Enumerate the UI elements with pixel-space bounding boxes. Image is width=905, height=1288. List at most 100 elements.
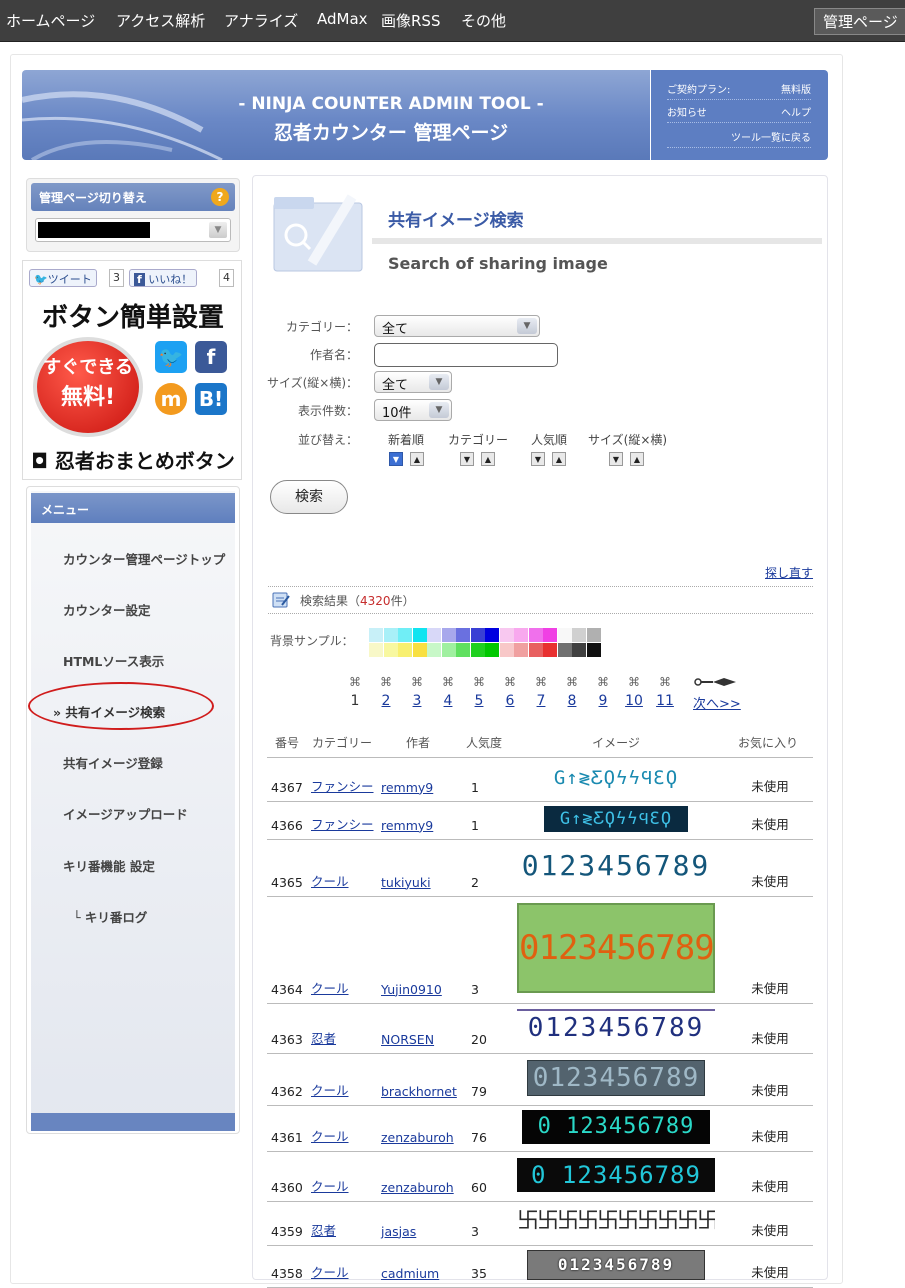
background-swatch[interactable] xyxy=(485,628,499,642)
background-swatch[interactable] xyxy=(557,643,572,657)
page-item[interactable]: ⌘ 8 xyxy=(562,675,582,709)
ninja-button-ad[interactable]: 🐦ツイート 3 f いいね！ 4 ボタン簡単設置 すぐできる 無料! 🐦 f m… xyxy=(22,260,242,480)
background-swatch[interactable] xyxy=(427,628,441,642)
back-to-tools-link[interactable]: ツール一覧に戻る xyxy=(731,129,811,144)
counter-image-preview[interactable]: 0 123456789 xyxy=(517,1157,715,1192)
author-input[interactable] xyxy=(374,343,558,367)
page-item[interactable]: ⌘ 7 xyxy=(531,675,551,709)
menu-item-html-source[interactable]: HTMLソース表示 xyxy=(31,651,235,670)
row-category-link[interactable]: クール xyxy=(311,874,349,889)
page-link[interactable]: 6 xyxy=(500,693,520,709)
sort-newest-desc-button[interactable]: ▼ xyxy=(389,452,403,466)
background-swatch[interactable] xyxy=(369,628,383,642)
row-category-link[interactable]: 忍者 xyxy=(311,1031,336,1046)
count-select[interactable]: 10件 ▼ xyxy=(374,399,452,421)
row-author-link[interactable]: cadmium xyxy=(381,1266,439,1281)
page-link[interactable]: 8 xyxy=(562,693,582,709)
background-swatch[interactable] xyxy=(485,643,499,657)
page-link[interactable]: 11 xyxy=(655,693,675,709)
page-item[interactable]: ⌘ 4 xyxy=(438,675,458,709)
page-item[interactable]: ⌘ 2 xyxy=(376,675,396,709)
page-link[interactable]: 4 xyxy=(438,693,458,709)
notice-link[interactable]: お知らせ xyxy=(667,104,707,119)
help-icon[interactable]: ? xyxy=(211,188,229,206)
size-select[interactable]: 全て ▼ xyxy=(374,371,452,393)
page-item[interactable]: ⌘ 5 xyxy=(469,675,489,709)
page-link[interactable]: 9 xyxy=(593,693,613,709)
page-link[interactable]: 3 xyxy=(407,693,427,709)
page-item[interactable]: ⌘ 6 xyxy=(500,675,520,709)
nav-access-analysis[interactable]: アクセス解析 xyxy=(116,10,205,31)
row-category-link[interactable]: クール xyxy=(311,1179,349,1194)
page-link[interactable]: 5 xyxy=(469,693,489,709)
page-item[interactable]: ⌘ 3 xyxy=(407,675,427,709)
background-swatch[interactable] xyxy=(528,643,543,657)
row-category-link[interactable]: 忍者 xyxy=(311,1223,336,1238)
menu-item-kiriban-log[interactable]: └ キリ番ログ xyxy=(31,907,235,926)
page-link[interactable]: 10 xyxy=(624,693,644,709)
admin-page-button[interactable]: 管理ページ xyxy=(814,8,905,35)
row-author-link[interactable]: zenzaburoh xyxy=(381,1180,454,1195)
row-author-link[interactable]: remmy9 xyxy=(381,818,433,833)
background-swatch[interactable] xyxy=(572,643,586,657)
background-swatch[interactable] xyxy=(528,628,543,642)
counter-image-preview[interactable]: 卐卐卐卐卐卐卐卐卐卐 xyxy=(517,1205,715,1238)
page-item[interactable]: ⌘ 10 xyxy=(624,675,644,709)
background-swatch[interactable] xyxy=(586,628,601,642)
menu-item-shared-image-register[interactable]: 共有イメージ登録 xyxy=(31,753,235,772)
background-swatch[interactable] xyxy=(543,643,557,657)
background-swatch[interactable] xyxy=(557,628,572,642)
nav-image-rss[interactable]: 画像RSS xyxy=(381,10,440,31)
counter-image-preview[interactable]: 0123456789 xyxy=(527,1059,705,1096)
background-swatch[interactable] xyxy=(456,643,470,657)
background-swatch[interactable] xyxy=(383,628,398,642)
counter-image-preview[interactable]: 0123456789 xyxy=(517,849,715,883)
counter-image-preview[interactable]: G↑≷ƸϘϟϟϤƐϘ xyxy=(544,761,688,794)
background-swatch[interactable] xyxy=(572,628,586,642)
counter-image-preview[interactable]: G↑≷ƸϘϟϟϤƐϘ xyxy=(544,805,688,832)
sort-popularity-asc-button[interactable]: ▲ xyxy=(552,452,566,466)
row-category-link[interactable]: クール xyxy=(311,981,349,996)
sort-size-desc-button[interactable]: ▼ xyxy=(609,452,623,466)
page-link[interactable]: 7 xyxy=(531,693,551,709)
background-swatch[interactable] xyxy=(383,643,398,657)
background-swatch[interactable] xyxy=(586,643,601,657)
background-swatch[interactable] xyxy=(398,643,412,657)
sort-size-asc-button[interactable]: ▲ xyxy=(630,452,644,466)
background-swatch[interactable] xyxy=(499,643,514,657)
counter-image-preview[interactable]: 0 123456789 xyxy=(522,1109,710,1144)
background-swatch[interactable] xyxy=(514,628,528,642)
row-category-link[interactable]: クール xyxy=(311,1265,349,1280)
admin-page-select[interactable]: ▼ xyxy=(35,218,231,242)
counter-image-preview[interactable]: 0123456789 xyxy=(527,1249,705,1280)
background-swatch[interactable] xyxy=(470,643,485,657)
background-swatch[interactable] xyxy=(427,643,441,657)
row-author-link[interactable]: remmy9 xyxy=(381,780,433,795)
nav-analyze[interactable]: アナライズ xyxy=(224,10,298,31)
row-category-link[interactable]: クール xyxy=(311,1083,349,1098)
background-swatch[interactable] xyxy=(412,643,427,657)
background-swatch[interactable] xyxy=(412,628,427,642)
menu-item-kiriban-settings[interactable]: キリ番機能 設定 xyxy=(31,856,235,875)
search-button[interactable]: 検索 xyxy=(270,480,348,514)
next-page-link[interactable]: 次へ>> xyxy=(693,693,741,712)
sort-newest-asc-button[interactable]: ▲ xyxy=(410,452,424,466)
sort-category-asc-button[interactable]: ▲ xyxy=(481,452,495,466)
row-author-link[interactable]: brackhornet xyxy=(381,1084,457,1099)
row-author-link[interactable]: NORSEN xyxy=(381,1032,434,1047)
background-swatch[interactable] xyxy=(369,643,383,657)
background-swatch[interactable] xyxy=(499,628,514,642)
background-swatch[interactable] xyxy=(470,628,485,642)
background-swatch[interactable] xyxy=(441,643,456,657)
help-link[interactable]: ヘルプ xyxy=(781,104,811,119)
nav-other[interactable]: その他 xyxy=(461,10,506,31)
row-author-link[interactable]: tukiyuki xyxy=(381,875,431,890)
menu-item-counter-settings[interactable]: カウンター設定 xyxy=(31,600,235,619)
background-swatch[interactable] xyxy=(514,643,528,657)
category-select[interactable]: 全て ▼ xyxy=(374,315,540,337)
background-swatch[interactable] xyxy=(441,628,456,642)
row-author-link[interactable]: jasjas xyxy=(381,1224,416,1239)
row-author-link[interactable]: Yujin0910 xyxy=(381,982,442,997)
counter-image-preview[interactable]: 0123456789 xyxy=(517,1008,715,1045)
page-item[interactable]: ⌘ 11 xyxy=(655,675,675,709)
